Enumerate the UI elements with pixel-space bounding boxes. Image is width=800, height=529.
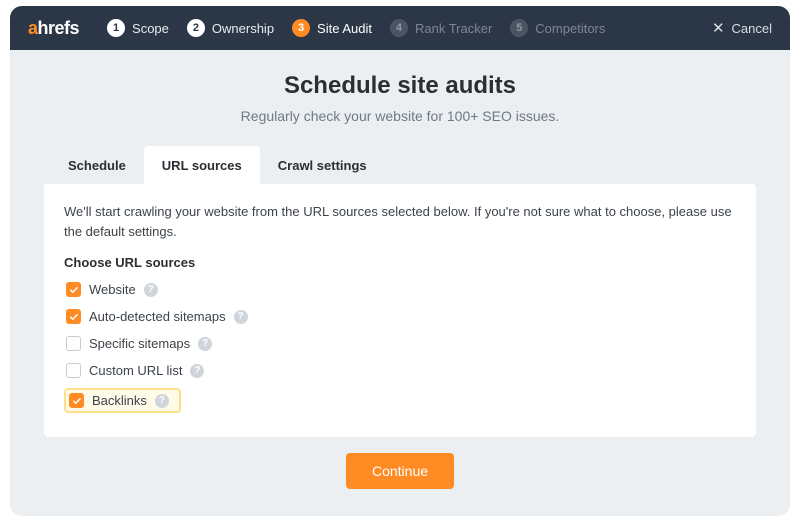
main-content: Schedule site audits Regularly check you… [10, 50, 790, 516]
options-list: Website?Auto-detected sitemaps?Specific … [64, 280, 736, 421]
step-label: Competitors [535, 21, 605, 36]
wizard-steps: 1 Scope 2 Ownership 3 Site Audit 4 Rank Tracker… [107, 19, 712, 37]
footer: Continue [44, 437, 756, 489]
tab-crawl-settings[interactable]: Crawl settings [260, 146, 385, 184]
option-custom-url-list[interactable]: Custom URL list? [64, 361, 736, 380]
option-website[interactable]: Website? [64, 280, 736, 299]
cancel-button[interactable]: ✕ Cancel [712, 21, 772, 36]
checkbox[interactable] [69, 393, 84, 408]
continue-button[interactable]: Continue [346, 453, 454, 489]
help-icon[interactable]: ? [234, 310, 248, 324]
checkbox[interactable] [66, 309, 81, 324]
step-number-badge: 4 [390, 19, 408, 37]
step-label: Ownership [212, 21, 274, 36]
step-number-badge: 3 [292, 19, 310, 37]
checkbox[interactable] [66, 363, 81, 378]
step-number-badge: 1 [107, 19, 125, 37]
page-subtitle: Regularly check your website for 100+ SE… [241, 108, 560, 124]
tab-strip: ScheduleURL sourcesCrawl settings [44, 146, 756, 184]
close-icon: ✕ [712, 21, 725, 36]
option-label: Specific sitemaps [89, 336, 190, 351]
help-icon[interactable]: ? [198, 337, 212, 351]
checkbox[interactable] [66, 282, 81, 297]
help-icon[interactable]: ? [190, 364, 204, 378]
top-bar: ahrefs 1 Scope 2 Ownership 3 Site Audit 4 Rank … [10, 6, 790, 50]
option-label: Custom URL list [89, 363, 182, 378]
option-label: Auto-detected sitemaps [89, 309, 226, 324]
step-scope[interactable]: 1 Scope [107, 19, 169, 37]
app-window: ahrefs 1 Scope 2 Ownership 3 Site Audit 4 Rank … [10, 6, 790, 516]
help-icon[interactable]: ? [155, 394, 169, 408]
tab-panel-url-sources: We'll start crawling your website from t… [44, 184, 756, 437]
checkbox[interactable] [66, 336, 81, 351]
brand-logo-accent: a [28, 18, 38, 38]
panel-description: We'll start crawling your website from t… [64, 202, 736, 241]
help-icon[interactable]: ? [144, 283, 158, 297]
option-auto-detected-sitemaps[interactable]: Auto-detected sitemaps? [64, 307, 736, 326]
option-label: Website [89, 282, 136, 297]
option-specific-sitemaps[interactable]: Specific sitemaps? [64, 334, 736, 353]
page-title: Schedule site audits [284, 72, 516, 100]
step-label: Rank Tracker [415, 21, 492, 36]
step-rank-tracker[interactable]: 4 Rank Tracker [390, 19, 492, 37]
step-competitors[interactable]: 5 Competitors [510, 19, 605, 37]
step-site-audit[interactable]: 3 Site Audit [292, 19, 372, 37]
brand-logo: ahrefs [28, 18, 79, 39]
tab-url-sources[interactable]: URL sources [144, 146, 260, 184]
step-ownership[interactable]: 2 Ownership [187, 19, 274, 37]
cancel-label: Cancel [732, 21, 772, 36]
step-number-badge: 5 [510, 19, 528, 37]
step-label: Scope [132, 21, 169, 36]
tab-schedule[interactable]: Schedule [50, 146, 144, 184]
option-backlinks[interactable]: Backlinks? [64, 388, 181, 413]
step-number-badge: 2 [187, 19, 205, 37]
step-label: Site Audit [317, 21, 372, 36]
brand-logo-rest: hrefs [38, 18, 80, 38]
option-label: Backlinks [92, 393, 147, 408]
options-group-label: Choose URL sources [64, 255, 736, 270]
